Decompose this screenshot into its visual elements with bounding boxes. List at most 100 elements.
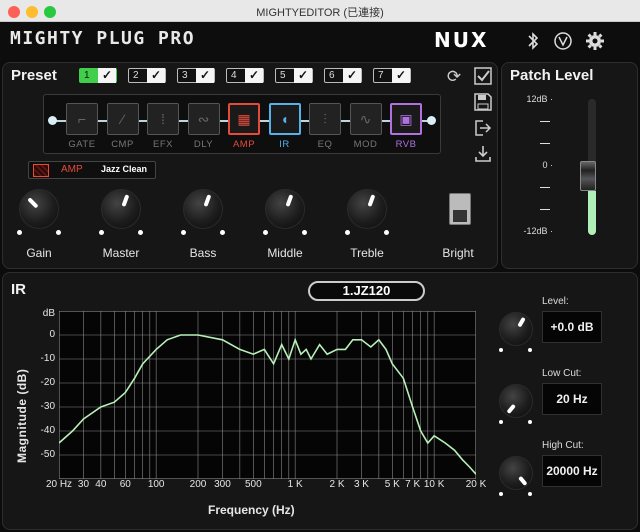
chain-module-amp[interactable]: ▦ AMP (226, 103, 262, 153)
preset-slot-1[interactable]: 1 ✓ (79, 68, 117, 83)
ir-control-label: Low Cut: (542, 368, 582, 379)
preset-slot-number: 5 (280, 70, 286, 81)
knob-indicator (518, 475, 528, 487)
preset-title: Preset (11, 67, 57, 84)
knob-min-dot (99, 230, 104, 235)
knob-max-dot (528, 492, 532, 496)
knob-max-dot (528, 420, 532, 424)
refresh-icon[interactable]: ⟳ (444, 67, 464, 87)
bluetooth-icon[interactable] (522, 30, 544, 52)
middle-knob[interactable] (265, 189, 305, 229)
window-titlebar: MIGHTYEDITOR (已連接) (0, 0, 640, 22)
knob-min-dot (499, 492, 503, 496)
import-icon[interactable] (473, 145, 493, 165)
preset-slot-3[interactable]: 3 ✓ (177, 68, 215, 83)
checkmark-icon: ✓ (245, 68, 263, 83)
ir-control-knob[interactable] (499, 456, 533, 490)
save-check-icon[interactable] (473, 67, 493, 87)
frequency-response-chart (59, 311, 476, 479)
treble-knob[interactable] (347, 189, 387, 229)
chart-y-tick: -40 (40, 425, 55, 436)
bass-knob[interactable] (183, 189, 223, 229)
export-icon[interactable] (473, 119, 493, 139)
patch-level-panel: Patch Level 12dB · 0 · -12dB · (501, 62, 638, 269)
knob-indicator (285, 194, 294, 207)
preset-slot-number: 3 (182, 70, 188, 81)
gear-icon[interactable] (584, 30, 606, 52)
ir-control-value[interactable]: 20 Hz (542, 383, 602, 415)
chart-x-tick: 500 (244, 479, 262, 490)
bright-label: Bright (442, 246, 474, 260)
knob-indicator (506, 403, 516, 415)
knob-min-dot (263, 230, 268, 235)
patch-level-fader[interactable] (580, 161, 596, 191)
chart-y-tick: -20 (40, 377, 55, 388)
save-icon[interactable] (473, 93, 493, 113)
ir-control-value[interactable]: +0.0 dB (542, 311, 602, 343)
master-knob[interactable] (101, 189, 141, 229)
amp-model-selector[interactable]: AMP Jazz Clean (28, 161, 156, 179)
preset-slot-4[interactable]: 4 ✓ (226, 68, 264, 83)
preset-slot-5[interactable]: 5 ✓ (275, 68, 313, 83)
preset-slot-7[interactable]: 7 ✓ (373, 68, 411, 83)
bright-switch[interactable] (449, 193, 471, 225)
preset-slot-6[interactable]: 6 ✓ (324, 68, 362, 83)
chart-x-tick: 20 K (465, 479, 487, 490)
gain-label: Gain (26, 246, 52, 260)
chart-y-tick: -10 (40, 353, 55, 364)
window-title: MIGHTYEDITOR (已連接) (256, 7, 384, 19)
chain-module-efx[interactable]: ⁞ EFX (145, 103, 181, 153)
knob-min-dot (499, 348, 503, 352)
chain-module-label: CMP (111, 139, 134, 150)
checkmark-icon: ✓ (98, 68, 116, 83)
signal-chain: ⌐ GATE ⁄ CMP ⁞ EFX ∾ DLY ▦ AMP ◖ IR ⫶ EQ ∿ MOD ▣ RVB (43, 94, 441, 154)
preset-slot-2[interactable]: 2 ✓ (128, 68, 166, 83)
eq-module-icon: ⫶ (309, 103, 341, 135)
patch-scale-label: -12dB · (523, 226, 553, 236)
chart-x-tick: 100 (147, 479, 165, 490)
bass-label: Bass (189, 246, 217, 260)
chain-input-dot (48, 116, 57, 125)
chain-module-eq[interactable]: ⫶ EQ (307, 103, 343, 153)
amp-label: AMP (61, 164, 83, 175)
chain-module-label: GATE (68, 139, 96, 150)
brand-logo: NUX (434, 28, 489, 52)
chain-module-mod[interactable]: ∿ MOD (348, 103, 384, 153)
checkmark-icon: ✓ (343, 68, 361, 83)
gain-knob[interactable] (19, 189, 59, 229)
master-label: Master (102, 246, 140, 260)
tuner-icon[interactable] (552, 30, 574, 52)
amp-model-name: Jazz Clean (101, 164, 148, 174)
patch-scale-tick (540, 187, 550, 188)
knob-max-dot (138, 230, 143, 235)
chain-module-gate[interactable]: ⌐ GATE (64, 103, 100, 153)
ir-title: IR (11, 281, 26, 298)
chart-y-tick: -50 (40, 449, 55, 460)
ir-name-display[interactable]: 1.JZ120 (308, 281, 425, 301)
chain-module-cmp[interactable]: ⁄ CMP (105, 103, 141, 153)
patch-level-title: Patch Level (510, 67, 594, 84)
knob-min-dot (499, 420, 503, 424)
chart-y-label: Magnitude (dB) (15, 368, 29, 463)
knob-max-dot (220, 230, 225, 235)
chain-module-label: MOD (353, 139, 378, 150)
ir-control-label: Level: (542, 296, 569, 307)
dly-module-icon: ∾ (187, 103, 220, 135)
knob-indicator (367, 194, 376, 207)
preset-panel: Preset 1 ✓ 2 ✓ 3 ✓ 4 ✓ 5 ✓ 6 ✓ 7 ✓ ⟳ ⌐ GATE ⁄ CMP ⁞ EFX ∾ DL… (2, 62, 498, 269)
chain-module-dly[interactable]: ∾ DLY (186, 103, 222, 153)
ir-control-knob[interactable] (499, 384, 533, 418)
ir-control-value[interactable]: 20000 Hz (542, 455, 602, 487)
chain-module-ir[interactable]: ◖ IR (267, 103, 303, 153)
chart-y-tick: -30 (40, 401, 55, 412)
knob-min-dot (181, 230, 186, 235)
chain-module-rvb[interactable]: ▣ RVB (388, 103, 424, 153)
chain-output-dot (427, 116, 436, 125)
checkmark-icon: ✓ (392, 68, 410, 83)
app-name: MIGHTY PLUG PRO (10, 28, 196, 49)
mod-module-icon: ∿ (349, 103, 382, 135)
app-header: MIGHTY PLUG PRO NUX (0, 22, 640, 60)
chain-module-label: DLY (193, 139, 214, 150)
checkmark-icon: ✓ (147, 68, 165, 83)
ir-control-knob[interactable] (499, 312, 533, 346)
